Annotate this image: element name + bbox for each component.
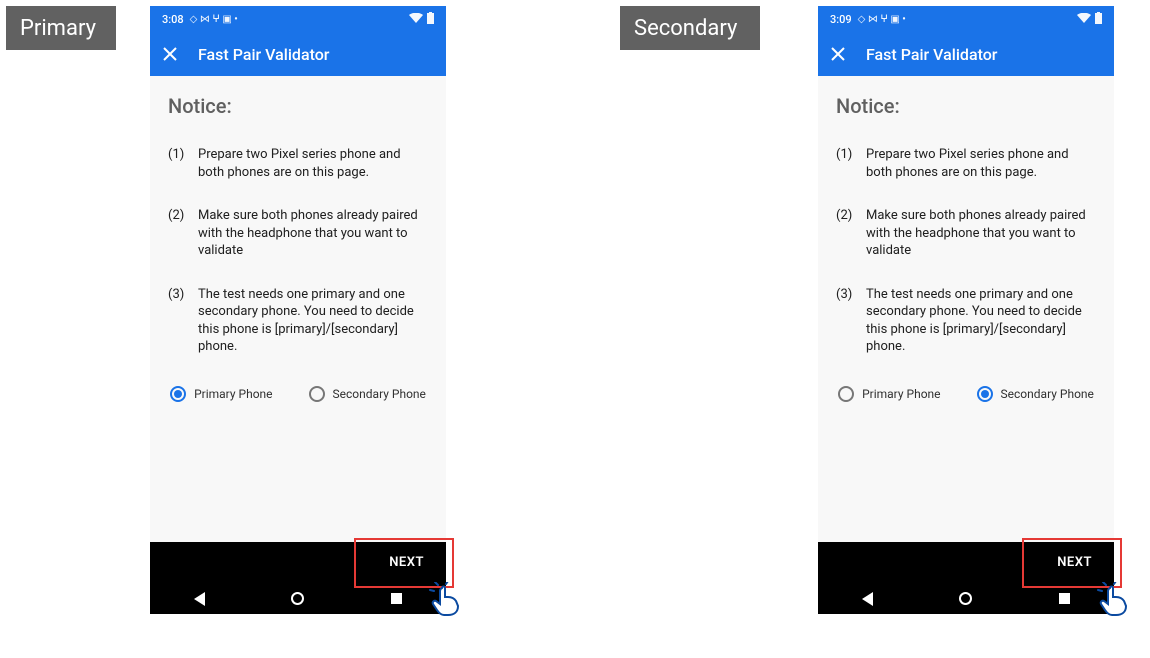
nav-home-icon[interactable] — [291, 592, 305, 606]
nav-bar — [818, 584, 1114, 614]
wifi-icon — [409, 13, 423, 26]
step-1: (1) Prepare two Pixel series phone and b… — [168, 146, 428, 181]
radio-primary[interactable]: Primary Phone — [170, 386, 272, 402]
radio-secondary[interactable]: Secondary Phone — [309, 386, 426, 402]
battery-icon — [427, 12, 434, 27]
step-text: Prepare two Pixel series phone and both … — [198, 146, 428, 181]
app-title: Fast Pair Validator — [198, 45, 329, 64]
step-list: (1) Prepare two Pixel series phone and b… — [836, 146, 1096, 356]
nav-recent-icon[interactable] — [390, 592, 404, 606]
radio-group: Primary Phone Secondary Phone — [836, 386, 1096, 402]
tag-primary: Primary — [6, 6, 116, 50]
radio-icon-unselected — [309, 386, 325, 402]
status-bar: 3:09 ◇ ⋈ ⵖ ▣ • — [818, 6, 1114, 32]
status-icons-cluster: ◇ ⋈ ⵖ ▣ • — [858, 14, 906, 25]
content-area: Notice: (1) Prepare two Pixel series pho… — [818, 76, 1114, 542]
step-2: (2) Make sure both phones already paired… — [836, 207, 1096, 260]
step-number: (3) — [836, 286, 856, 356]
step-text: The test needs one primary and one secon… — [198, 286, 428, 356]
content-area: Notice: (1) Prepare two Pixel series pho… — [150, 76, 446, 542]
step-number: (2) — [836, 207, 856, 260]
nav-home-icon[interactable] — [959, 592, 973, 606]
notice-heading: Notice: — [836, 94, 1096, 118]
step-text: Prepare two Pixel series phone and both … — [866, 146, 1096, 181]
battery-icon — [1095, 12, 1102, 27]
radio-label: Secondary Phone — [1001, 387, 1094, 401]
app-title: Fast Pair Validator — [866, 45, 997, 64]
step-number: (1) — [168, 146, 188, 181]
radio-icon-unselected — [838, 386, 854, 402]
step-text: The test needs one primary and one secon… — [866, 286, 1096, 356]
status-time: 3:09 — [830, 13, 852, 26]
nav-back-icon[interactable] — [192, 592, 206, 606]
radio-label: Primary Phone — [194, 387, 272, 401]
title-bar: Fast Pair Validator — [150, 32, 446, 76]
step-number: (2) — [168, 207, 188, 260]
notice-heading: Notice: — [168, 94, 428, 118]
radio-group: Primary Phone Secondary Phone — [168, 386, 428, 402]
radio-label: Secondary Phone — [333, 387, 426, 401]
bottom-bar: NEXT — [150, 542, 446, 584]
radio-icon-selected — [977, 386, 993, 402]
next-button[interactable]: NEXT — [1057, 555, 1092, 570]
status-bar: 3:08 ◇ ⋈ ⵖ ▣ • — [150, 6, 446, 32]
nav-back-icon[interactable] — [860, 592, 874, 606]
title-bar: Fast Pair Validator — [818, 32, 1114, 76]
radio-secondary[interactable]: Secondary Phone — [977, 386, 1094, 402]
step-list: (1) Prepare two Pixel series phone and b… — [168, 146, 428, 356]
step-1: (1) Prepare two Pixel series phone and b… — [836, 146, 1096, 181]
radio-primary[interactable]: Primary Phone — [838, 386, 940, 402]
step-3: (3) The test needs one primary and one s… — [836, 286, 1096, 356]
nav-recent-icon[interactable] — [1058, 592, 1072, 606]
status-time: 3:08 — [162, 13, 184, 26]
close-icon[interactable] — [828, 44, 848, 64]
step-text: Make sure both phones already paired wit… — [198, 207, 428, 260]
nav-bar — [150, 584, 446, 614]
phone-secondary: 3:09 ◇ ⋈ ⵖ ▣ • Fast Pair Validator Notic… — [818, 6, 1114, 614]
step-number: (1) — [836, 146, 856, 181]
step-text: Make sure both phones already paired wit… — [866, 207, 1096, 260]
step-number: (3) — [168, 286, 188, 356]
step-2: (2) Make sure both phones already paired… — [168, 207, 428, 260]
bottom-bar: NEXT — [818, 542, 1114, 584]
step-3: (3) The test needs one primary and one s… — [168, 286, 428, 356]
next-button[interactable]: NEXT — [389, 555, 424, 570]
status-icons-cluster: ◇ ⋈ ⵖ ▣ • — [190, 14, 238, 25]
wifi-icon — [1077, 13, 1091, 26]
close-icon[interactable] — [160, 44, 180, 64]
tag-secondary: Secondary — [620, 6, 760, 50]
phone-primary: 3:08 ◇ ⋈ ⵖ ▣ • Fast Pair Validator Notic… — [150, 6, 446, 614]
radio-label: Primary Phone — [862, 387, 940, 401]
radio-icon-selected — [170, 386, 186, 402]
